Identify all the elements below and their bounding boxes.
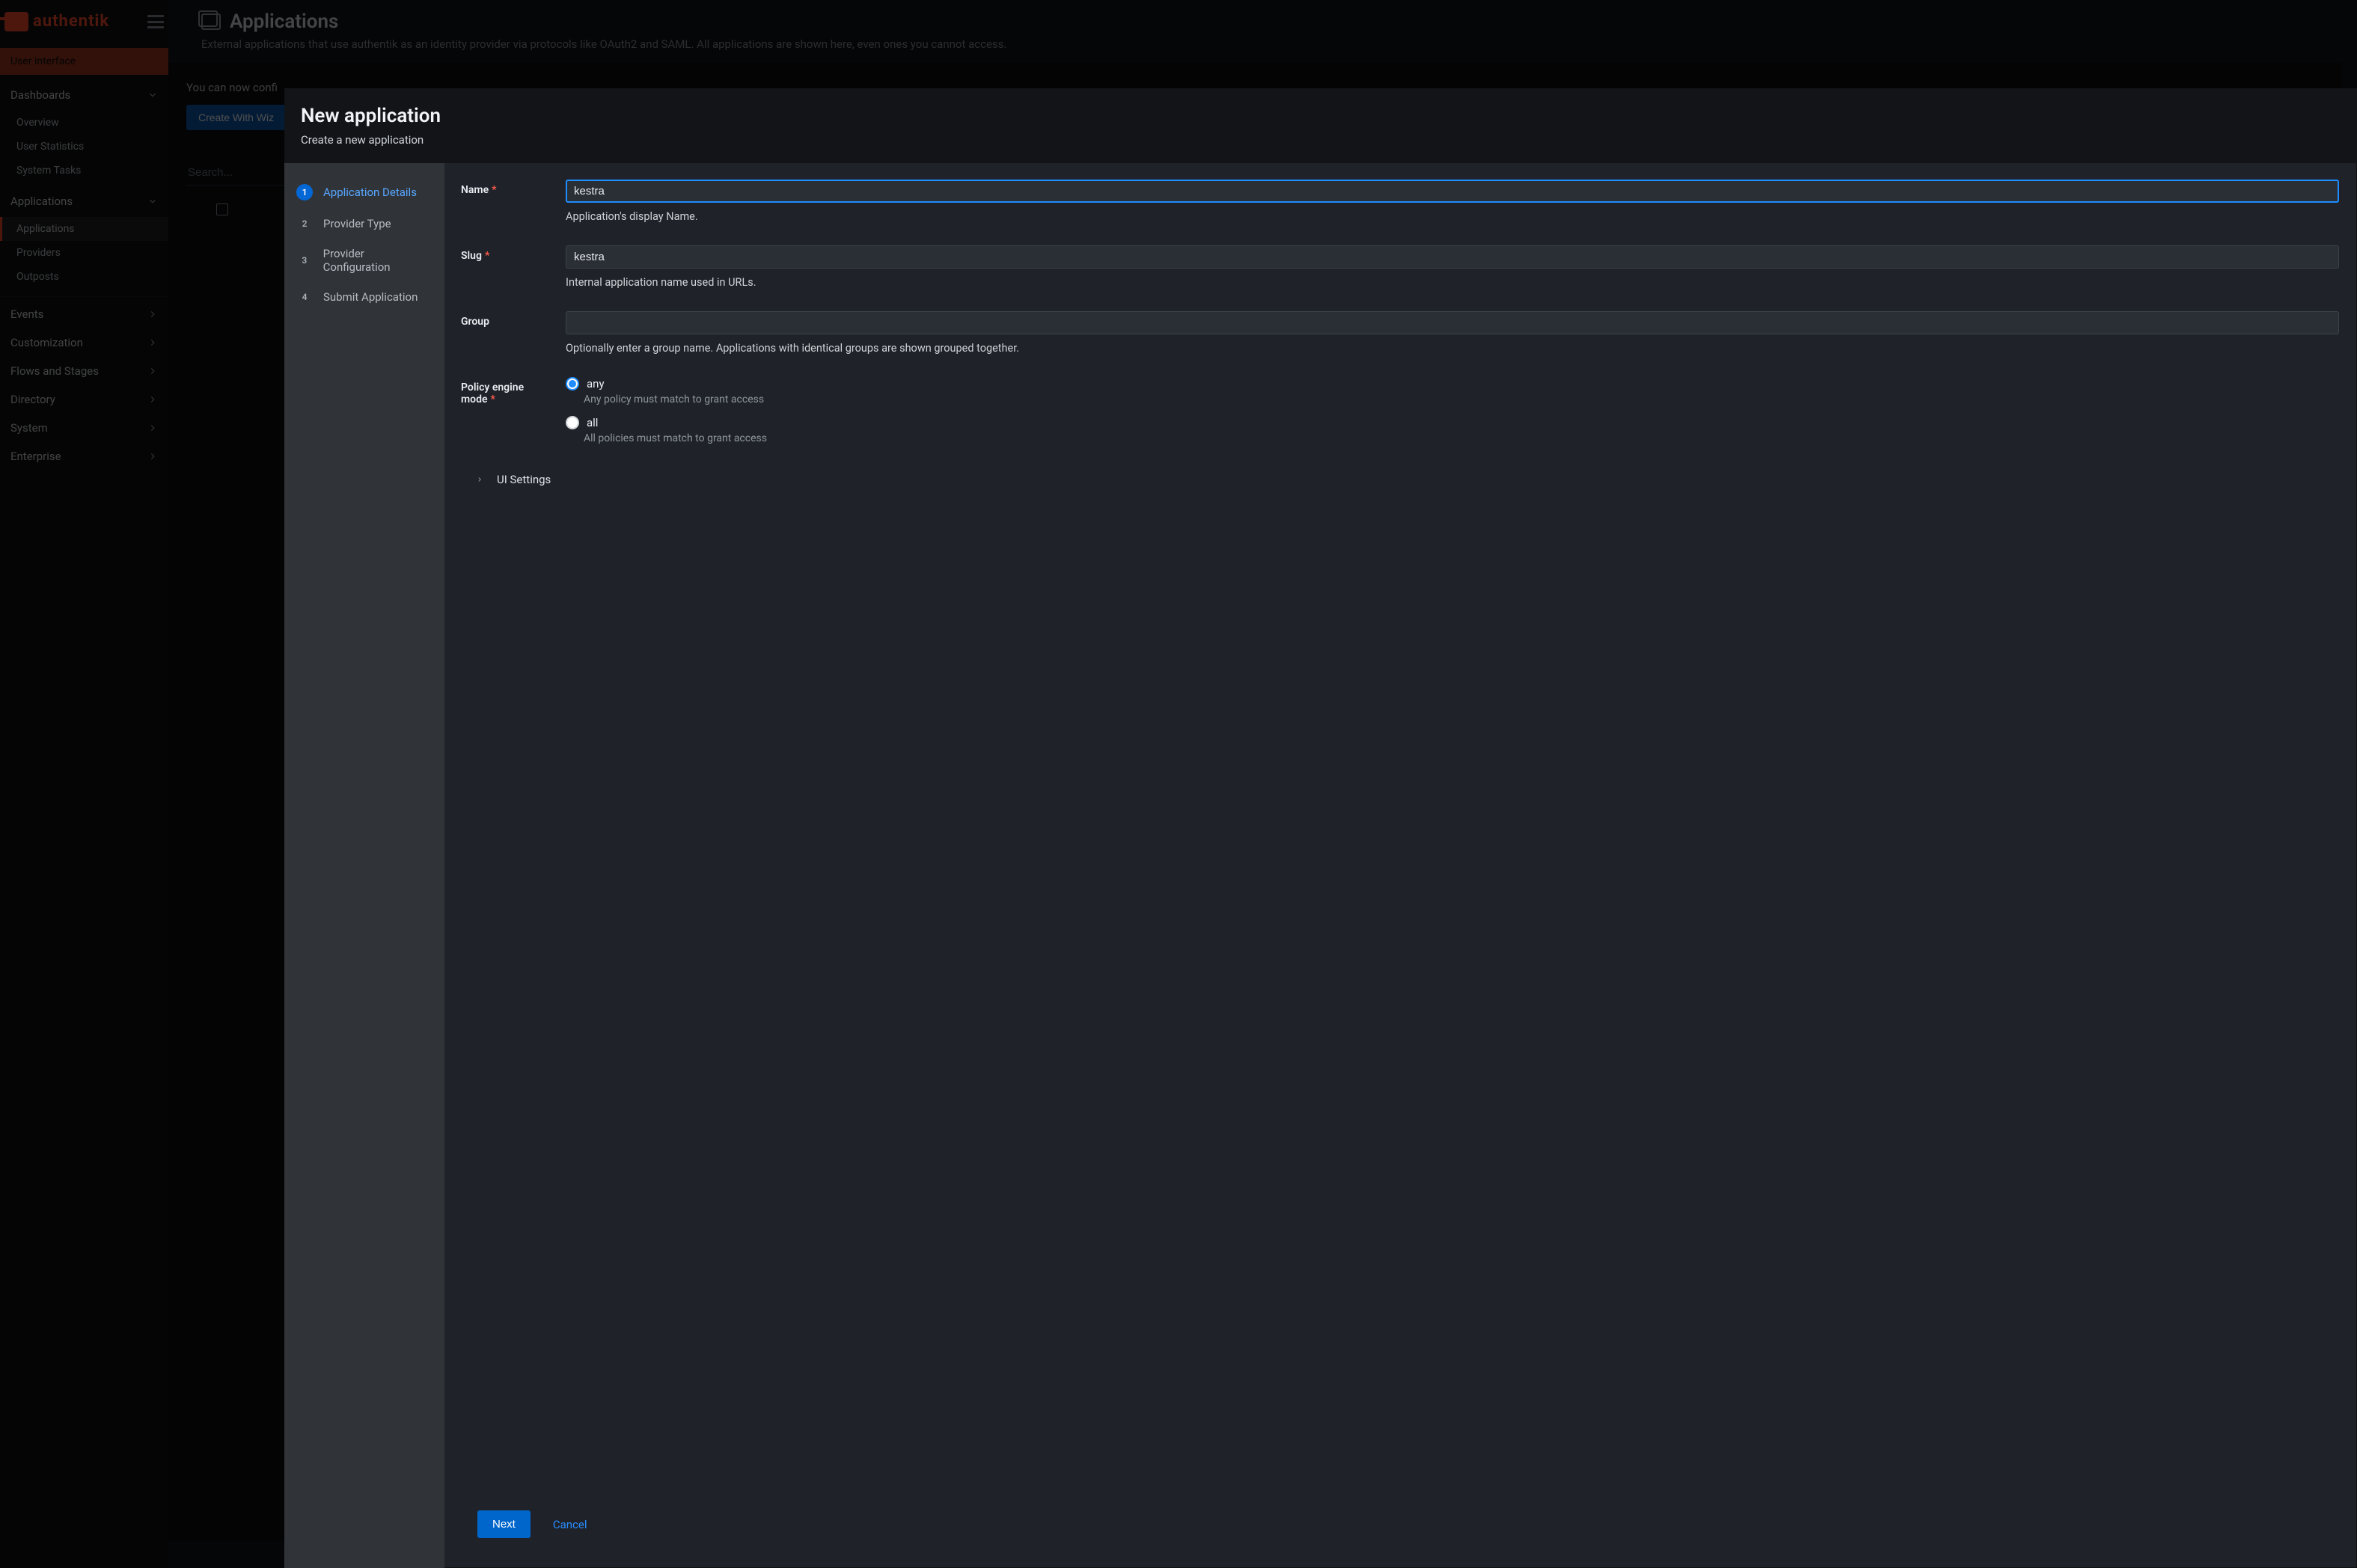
step-number: 1 bbox=[296, 184, 313, 200]
ui-settings-label: UI Settings bbox=[497, 473, 551, 486]
step-submit-application[interactable]: 4 Submit Application bbox=[284, 281, 444, 313]
new-application-modal: New application Create a new application… bbox=[284, 88, 2357, 1568]
step-application-details[interactable]: 1 Application Details bbox=[284, 177, 444, 208]
cancel-link[interactable]: Cancel bbox=[553, 1518, 587, 1531]
wizard-steps: 1 Application Details 2 Provider Type 3 … bbox=[284, 163, 444, 1568]
label-slug: Slug* bbox=[461, 245, 551, 262]
wizard-form: Name* Application's display Name. Slug* … bbox=[444, 163, 2357, 1568]
radio-label-any: any bbox=[587, 377, 605, 391]
slug-input[interactable] bbox=[566, 245, 2339, 269]
radio-policy-any[interactable] bbox=[566, 377, 579, 391]
chevron-right-icon bbox=[476, 476, 483, 483]
radio-policy-all[interactable] bbox=[566, 416, 579, 429]
step-number: 4 bbox=[296, 289, 313, 305]
modal-subtitle: Create a new application bbox=[301, 133, 2339, 147]
modal-footer: Next Cancel bbox=[461, 1500, 2339, 1555]
radio-label-all: all bbox=[587, 416, 598, 429]
label-name: Name* bbox=[461, 180, 551, 196]
next-button[interactable]: Next bbox=[477, 1510, 531, 1538]
label-policy-engine-mode: Policy engine mode* bbox=[461, 377, 551, 405]
name-input[interactable] bbox=[566, 180, 2339, 203]
modal-header: New application Create a new application bbox=[284, 88, 2357, 163]
ui-settings-expander[interactable]: UI Settings bbox=[461, 473, 2339, 486]
step-number: 3 bbox=[296, 252, 313, 269]
step-provider-type[interactable]: 2 Provider Type bbox=[284, 208, 444, 239]
radio-help-any: Any policy must match to grant access bbox=[584, 393, 2339, 405]
step-label: Provider Type bbox=[323, 217, 391, 230]
help-group: Optionally enter a group name. Applicati… bbox=[566, 342, 2339, 355]
modal-title: New application bbox=[301, 105, 2339, 127]
help-slug: Internal application name used in URLs. bbox=[566, 276, 2339, 289]
step-label: Provider Configuration bbox=[323, 247, 432, 274]
step-number: 2 bbox=[296, 215, 313, 232]
help-name: Application's display Name. bbox=[566, 210, 2339, 223]
step-label: Submit Application bbox=[323, 290, 418, 304]
radio-help-all: All policies must match to grant access bbox=[584, 432, 2339, 444]
step-label: Application Details bbox=[323, 186, 417, 199]
group-input[interactable] bbox=[566, 311, 2339, 334]
label-group: Group bbox=[461, 311, 551, 328]
step-provider-configuration[interactable]: 3 Provider Configuration bbox=[284, 239, 444, 281]
